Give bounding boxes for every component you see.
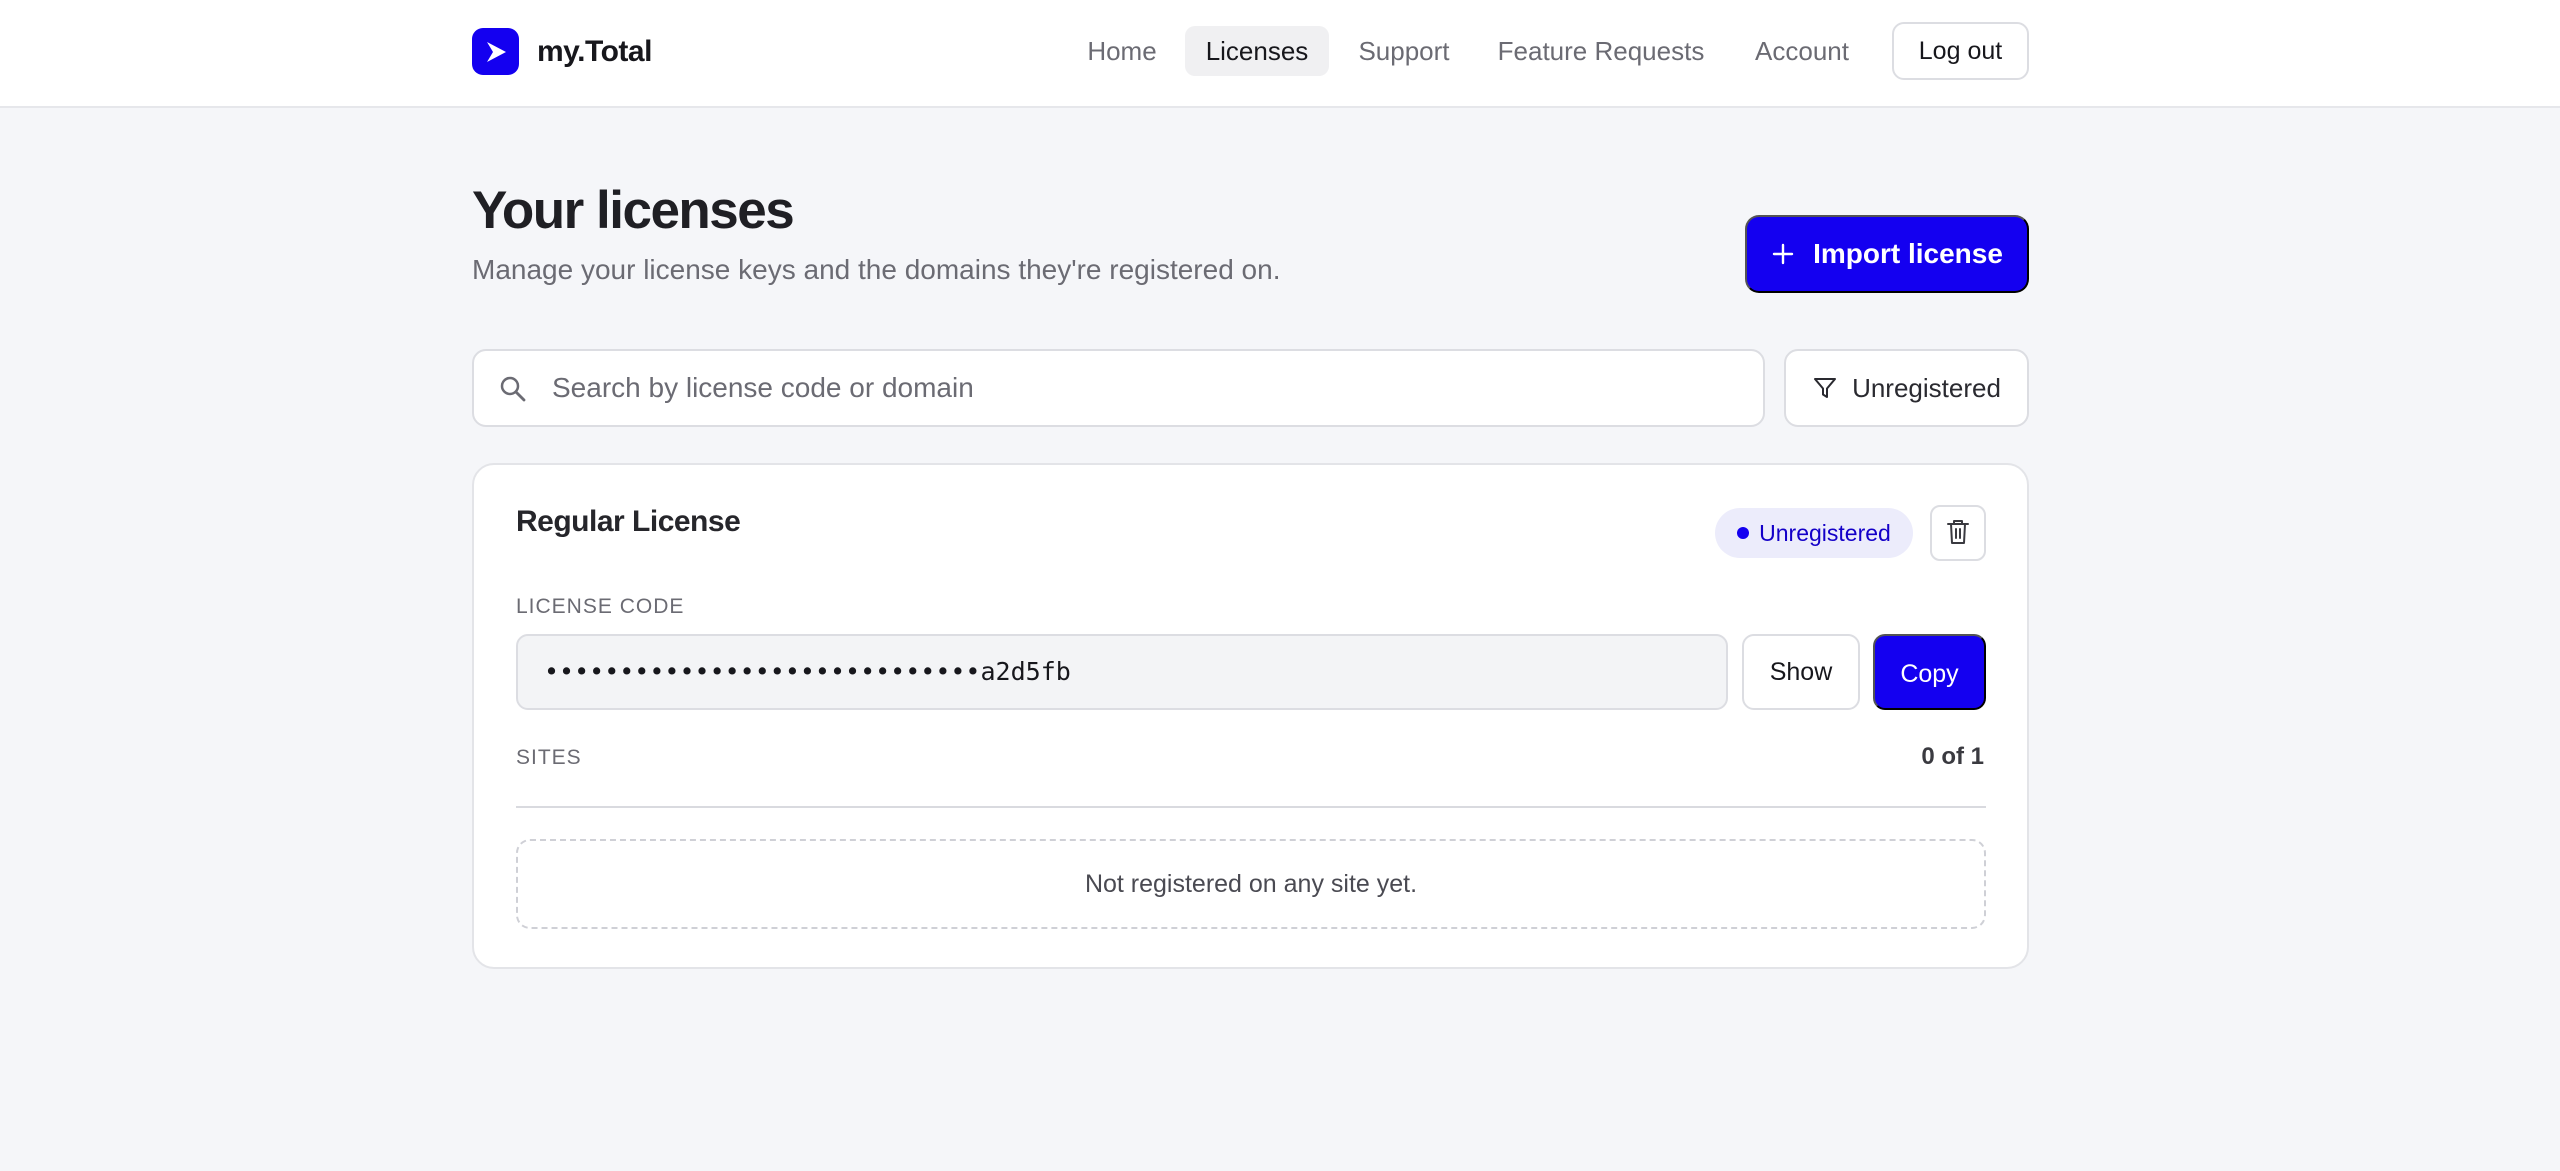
nav-item-licenses[interactable]: Licenses bbox=[1185, 26, 1329, 76]
nav-item-home[interactable]: Home bbox=[1067, 26, 1177, 76]
search-box bbox=[472, 349, 1765, 427]
plus-icon bbox=[1771, 242, 1795, 266]
status-filter-label: Unregistered bbox=[1852, 372, 2001, 403]
sites-count: 0 of 1 bbox=[1921, 743, 1984, 770]
license-title: Regular License bbox=[516, 505, 741, 538]
page-subtitle: Manage your license keys and the domains… bbox=[472, 254, 1281, 285]
empty-sites-message: Not registered on any site yet. bbox=[516, 839, 1986, 929]
show-code-button[interactable]: Show bbox=[1742, 634, 1860, 710]
search-input[interactable] bbox=[552, 351, 1742, 425]
import-license-button[interactable]: Import license bbox=[1745, 215, 2029, 293]
delete-license-button[interactable] bbox=[1930, 505, 1986, 561]
trash-icon bbox=[1945, 518, 1971, 549]
nav-item-feature-requests[interactable]: Feature Requests bbox=[1486, 26, 1716, 76]
logout-button[interactable]: Log out bbox=[1892, 22, 2029, 80]
status-dot bbox=[1737, 527, 1750, 539]
license-code-label: LICENSE CODE bbox=[516, 595, 685, 618]
sites-label: SITES bbox=[516, 746, 582, 769]
license-code-field[interactable]: •••••••••••••••••••••••••••••a2d5fb bbox=[516, 634, 1728, 710]
page-title: Your licenses bbox=[472, 181, 795, 240]
filter-funnel-icon bbox=[1812, 375, 1838, 401]
divider bbox=[516, 806, 1986, 808]
import-license-label: Import license bbox=[1813, 238, 2003, 269]
status-badge-label: Unregistered bbox=[1759, 519, 1891, 546]
status-filter-button[interactable]: Unregistered bbox=[1784, 349, 2029, 427]
top-navigation-bar: my.Total Home Licenses Support Feature R… bbox=[0, 0, 2560, 108]
copy-code-button[interactable]: Copy bbox=[1873, 634, 1986, 710]
nav-item-support[interactable]: Support bbox=[1344, 26, 1464, 76]
status-badge: Unregistered bbox=[1715, 508, 1913, 558]
search-icon bbox=[498, 374, 528, 409]
license-card: Regular License Unregistered LICENSE COD… bbox=[472, 463, 2029, 969]
main-nav: Home Licenses Support Feature Requests A… bbox=[0, 26, 2560, 78]
nav-item-account[interactable]: Account bbox=[1738, 26, 1866, 76]
